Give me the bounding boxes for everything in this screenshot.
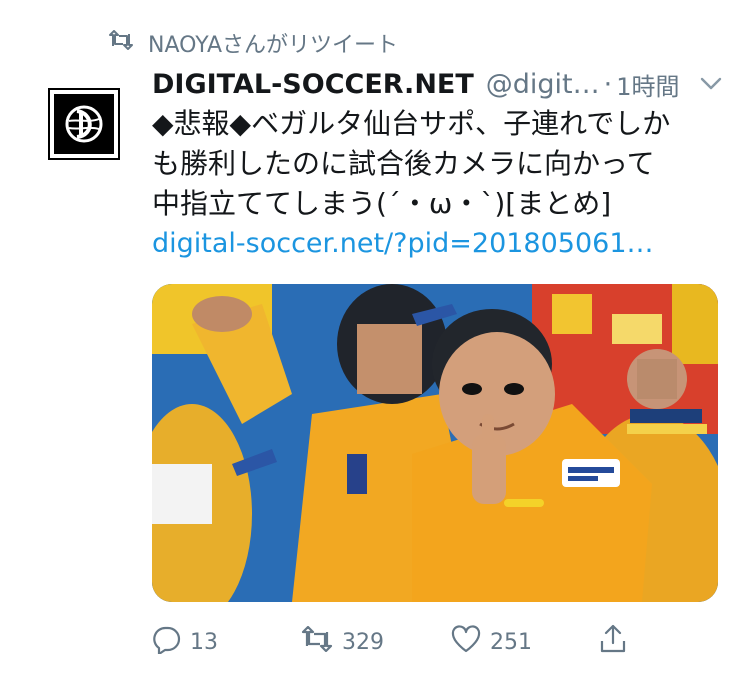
like-button[interactable]: 251 [450, 624, 532, 660]
tweet-actions: 13 329 251 [152, 622, 672, 662]
separator-dot: · [603, 68, 613, 100]
tweet-timestamp[interactable]: 1時間 [616, 67, 679, 102]
tweet-text-line: 中指立ててしまう(´・ω・`)[まとめ] [152, 187, 612, 220]
reply-icon [152, 624, 182, 660]
retweet-icon [300, 625, 334, 658]
share-icon [598, 623, 628, 661]
like-icon [450, 624, 482, 660]
retweet-button[interactable]: 329 [300, 625, 384, 658]
user-handle[interactable]: @digit… [486, 69, 600, 100]
tweet-link[interactable]: digital-soccer.net/?pid=201805061… [152, 224, 654, 264]
reply-button[interactable]: 13 [152, 624, 218, 660]
retweet-attribution[interactable]: NAOYAさんがリツイート [108, 28, 398, 58]
display-name[interactable]: DIGITAL-SOCCER.NET [152, 69, 474, 100]
avatar[interactable] [48, 88, 120, 160]
tweet-text-line: ◆悲報◆ベガルタ仙台サポ、子連れでしか [152, 107, 671, 140]
tweet-media-image[interactable] [152, 284, 718, 602]
tweet-header: DIGITAL-SOCCER.NET @digit… · 1時間 [152, 64, 722, 104]
retweet-count: 329 [342, 629, 384, 655]
chevron-down-icon[interactable] [700, 76, 722, 95]
retweet-icon [108, 30, 134, 56]
retweet-attribution-text: NAOYAさんがリツイート [148, 33, 399, 58]
tweet-text: ◆悲報◆ベガルタ仙台サポ、子連れでしか も勝利したのに試合後カメラに向かって 中… [152, 104, 712, 224]
tweet-text-line: も勝利したのに試合後カメラに向かって [152, 147, 655, 180]
reply-count: 13 [190, 629, 218, 655]
like-count: 251 [490, 629, 532, 655]
avatar-logo [54, 94, 114, 154]
share-button[interactable] [598, 623, 628, 661]
